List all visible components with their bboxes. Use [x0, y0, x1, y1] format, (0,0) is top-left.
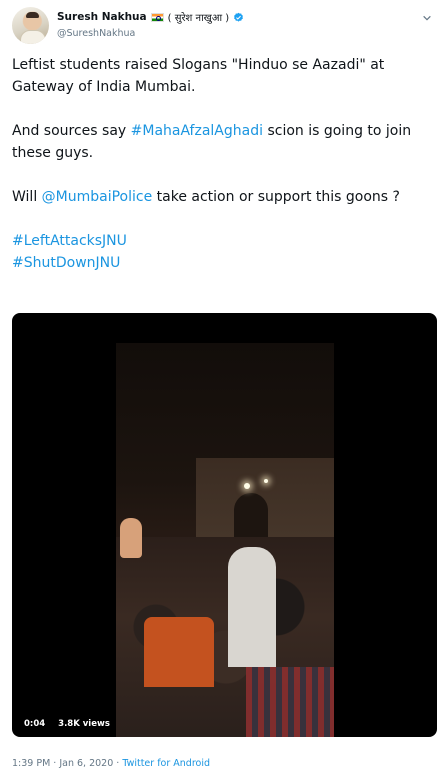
india-flag-icon	[150, 12, 164, 22]
tweet-header: Suresh Nakhua ( सुरेश नाखुआ ) @SureshNak…	[12, 7, 434, 47]
mention-link[interactable]: @MumbaiPolice	[42, 189, 153, 205]
tweet-time[interactable]: 1:39 PM	[12, 758, 50, 769]
tweet-line-2: And sources say #MahaAfzalAghadi scion i…	[12, 123, 412, 161]
avatar-hair	[26, 12, 39, 18]
tweet-line-3: Will @MumbaiPolice take action or suppor…	[12, 189, 400, 205]
crowd-person	[144, 617, 214, 687]
chevron-down-icon[interactable]	[422, 13, 432, 23]
tweet-text: Leftist students raised Slogans "Hinduo …	[12, 54, 436, 274]
video-badges: 0:04 3.8K views	[20, 717, 114, 731]
user-handle[interactable]: @SureshNakhua	[57, 28, 135, 39]
street-lamp	[264, 479, 268, 483]
verified-badge-icon	[234, 12, 244, 22]
display-name[interactable]: Suresh Nakhua	[57, 11, 147, 23]
crowd-person	[228, 547, 276, 667]
video-duration: 0:04	[20, 717, 50, 731]
hashtag-link[interactable]: #LeftAttacksJNU	[12, 233, 127, 249]
avatar-shirt	[20, 30, 46, 44]
video-frame[interactable]	[116, 343, 334, 737]
display-name-alt: ( सुरेश नाखुआ )	[167, 13, 230, 24]
avatar[interactable]	[12, 7, 49, 44]
hashtag-link[interactable]: #MahaAfzalAghadi	[131, 123, 263, 139]
tweet-source[interactable]: Twitter for Android	[122, 758, 210, 769]
video-player[interactable]: 0:04 3.8K views	[12, 313, 437, 737]
tweet-line-1: Leftist students raised Slogans "Hinduo …	[12, 57, 385, 95]
tweet-meta: 1:39 PM · Jan 6, 2020 · Twitter for Andr…	[12, 758, 211, 769]
video-views: 3.8K views	[54, 717, 114, 731]
street-lamp	[244, 483, 250, 489]
name-row: Suresh Nakhua ( सुरेश नाखुआ )	[57, 10, 244, 24]
hashtag-link[interactable]: #ShutDownJNU	[12, 255, 120, 271]
crowd-person	[246, 667, 334, 737]
tweet-date[interactable]: Jan 6, 2020	[59, 758, 113, 769]
raised-hand	[120, 518, 142, 558]
